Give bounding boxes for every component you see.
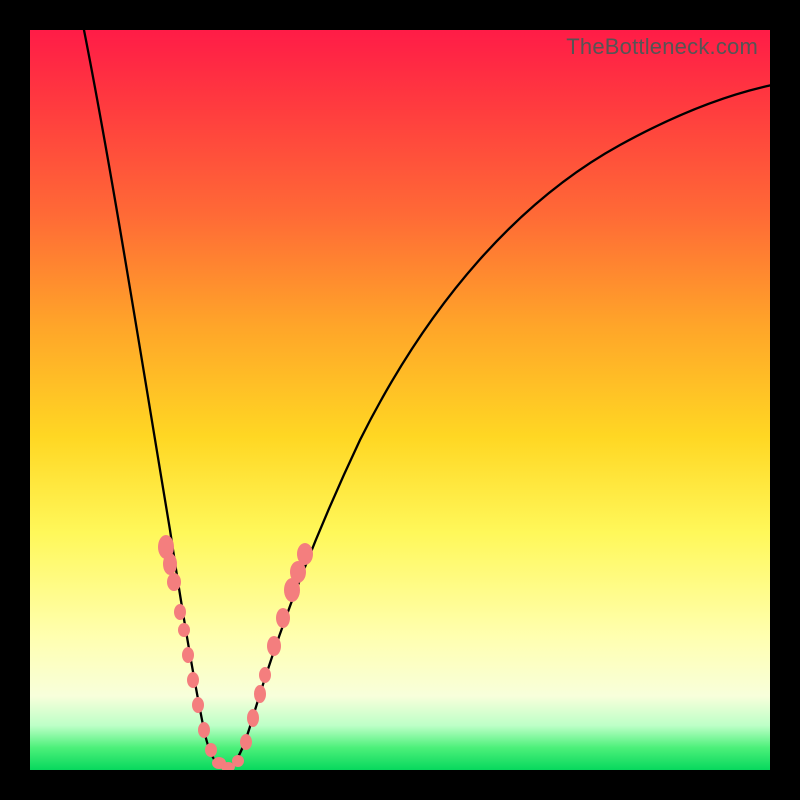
plot-area: TheBottleneck.com bbox=[30, 30, 770, 770]
chart-frame: TheBottleneck.com bbox=[0, 0, 800, 800]
curve-layer bbox=[30, 30, 770, 770]
dots-right-cluster bbox=[232, 543, 313, 767]
dots-left-cluster bbox=[158, 535, 235, 770]
